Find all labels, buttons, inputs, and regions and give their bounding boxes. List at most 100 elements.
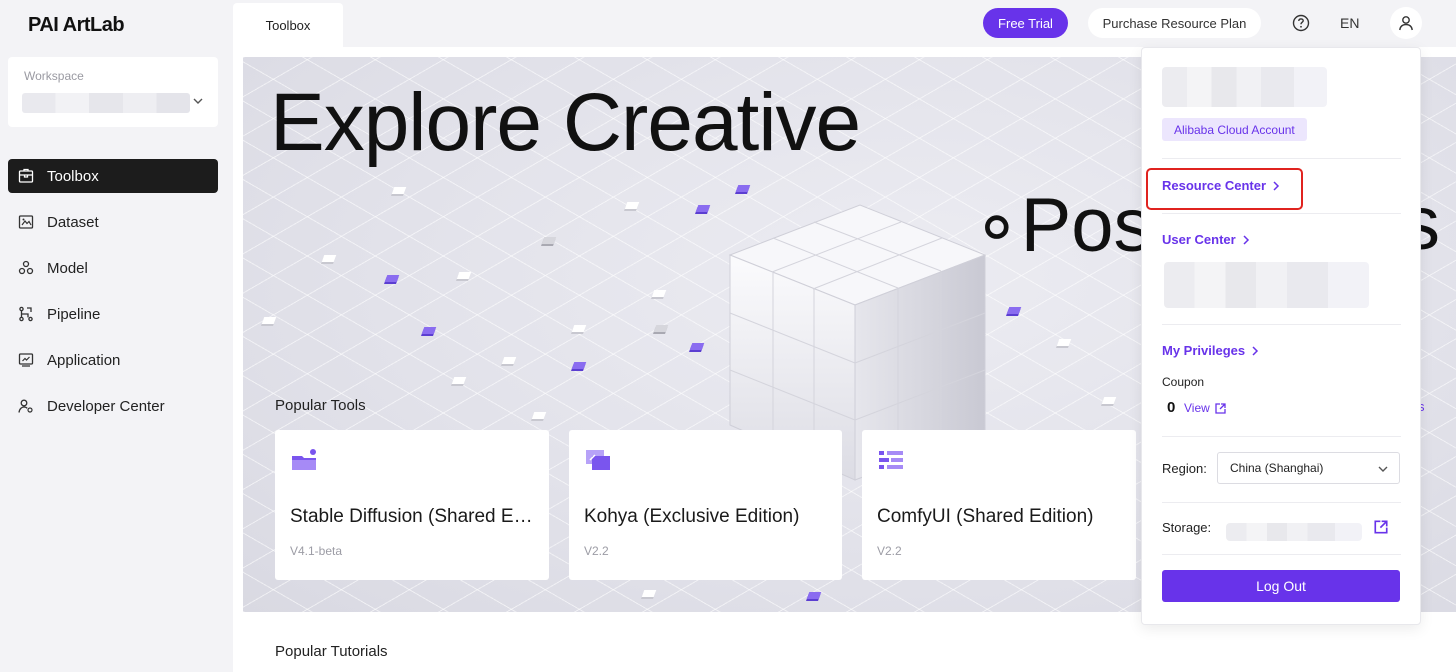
log-out-button[interactable]: Log Out bbox=[1162, 570, 1400, 602]
developer-center-icon bbox=[18, 398, 34, 414]
sidebar-item-label: Model bbox=[47, 259, 88, 277]
tool-card-comfyui[interactable]: ComfyUI (Shared Edition) V2.2 bbox=[862, 430, 1136, 580]
decor-square bbox=[1056, 339, 1072, 346]
decor-square bbox=[571, 325, 587, 332]
divider bbox=[1162, 324, 1401, 325]
hero-title: Explore Creative bbox=[270, 77, 861, 168]
application-icon bbox=[18, 352, 34, 368]
coupon-label: Coupon bbox=[1162, 375, 1205, 389]
sidebar-item-label: Developer Center bbox=[47, 397, 165, 415]
region-select[interactable]: China (Shanghai) bbox=[1217, 452, 1400, 484]
user-center-link[interactable]: User Center bbox=[1162, 232, 1250, 247]
decor-square bbox=[651, 290, 667, 297]
account-name-redacted bbox=[1162, 67, 1327, 107]
divider bbox=[1162, 158, 1401, 159]
dataset-icon bbox=[18, 214, 34, 230]
decor-square bbox=[806, 592, 822, 599]
user-info-redacted bbox=[1164, 262, 1369, 308]
sidebar-item-developer-center[interactable]: Developer Center bbox=[8, 389, 218, 423]
resource-center-highlight bbox=[1146, 168, 1303, 210]
coupon-view-link[interactable]: View bbox=[1184, 401, 1226, 415]
popular-tutorials-heading: Popular Tutorials bbox=[275, 643, 388, 660]
workspace-value-redacted bbox=[22, 93, 190, 113]
user-center-label: User Center bbox=[1162, 232, 1236, 247]
purchase-resource-plan-button[interactable]: Purchase Resource Plan bbox=[1088, 8, 1261, 38]
decor-square bbox=[735, 185, 751, 192]
region-label: Region: bbox=[1162, 461, 1207, 476]
chevron-down-icon bbox=[1378, 466, 1388, 472]
external-link-icon bbox=[1215, 402, 1226, 414]
my-privileges-label: My Privileges bbox=[1162, 343, 1246, 358]
tool-card-stable-diffusion[interactable]: Stable Diffusion (Shared Edition) V4.1-b… bbox=[275, 430, 549, 580]
sidebar-item-label: Dataset bbox=[47, 213, 99, 231]
decor-square bbox=[541, 237, 557, 244]
sidebar: PAI ArtLab Workspace Toolbox Dataset Mod… bbox=[0, 0, 233, 672]
decor-square bbox=[531, 412, 547, 419]
user-icon bbox=[1399, 16, 1413, 31]
sidebar-nav: Toolbox Dataset Model Pipeline Applicati… bbox=[8, 159, 218, 435]
free-trial-button[interactable]: Free Trial bbox=[983, 8, 1068, 38]
stable-diffusion-icon bbox=[292, 449, 316, 470]
model-icon bbox=[18, 260, 34, 276]
sidebar-item-model[interactable]: Model bbox=[8, 251, 218, 285]
sidebar-item-pipeline[interactable]: Pipeline bbox=[8, 297, 218, 331]
decor-square bbox=[456, 272, 472, 279]
decor-square bbox=[1006, 307, 1022, 314]
tool-card-title: ComfyUI (Shared Edition) bbox=[877, 506, 1094, 527]
app-logo[interactable]: PAI ArtLab bbox=[28, 14, 125, 37]
tool-card-version: V2.2 bbox=[877, 544, 902, 558]
decor-square bbox=[391, 187, 407, 194]
decor-square bbox=[421, 327, 437, 334]
workspace-selector[interactable]: Workspace bbox=[8, 57, 218, 127]
my-privileges-link[interactable]: My Privileges bbox=[1162, 343, 1259, 358]
decor-square bbox=[501, 357, 517, 364]
tool-card-title: Kohya (Exclusive Edition) bbox=[584, 506, 800, 527]
hero-subtitle: ∘Pos bbox=[973, 183, 1152, 268]
pipeline-icon bbox=[18, 306, 34, 322]
decor-square bbox=[261, 317, 277, 324]
tool-card-version: V4.1-beta bbox=[290, 544, 343, 558]
sidebar-item-label: Application bbox=[47, 351, 121, 369]
decor-square bbox=[1101, 397, 1117, 404]
chevron-down-icon bbox=[193, 98, 203, 104]
divider bbox=[1162, 213, 1401, 214]
chevron-right-icon bbox=[1243, 234, 1249, 245]
decor-square bbox=[624, 202, 640, 209]
popular-tools-heading: Popular Tools bbox=[275, 397, 366, 414]
divider bbox=[1162, 436, 1401, 437]
sidebar-item-dataset[interactable]: Dataset bbox=[8, 205, 218, 239]
decor-square bbox=[695, 205, 711, 212]
sidebar-item-label: Toolbox bbox=[47, 167, 99, 185]
tool-card-kohya[interactable]: Kohya (Exclusive Edition) V2.2 bbox=[569, 430, 842, 580]
external-link-icon[interactable] bbox=[1374, 520, 1388, 534]
sidebar-item-label: Pipeline bbox=[47, 305, 101, 323]
sidebar-item-application[interactable]: Application bbox=[8, 343, 218, 377]
tool-card-title: Stable Diffusion (Shared Edition) bbox=[290, 506, 535, 527]
coupon-count: 0 bbox=[1167, 399, 1176, 416]
tool-card-version: V2.2 bbox=[584, 544, 609, 558]
language-switch[interactable]: EN bbox=[1340, 15, 1359, 31]
region-value: China (Shanghai) bbox=[1230, 461, 1324, 475]
workspace-label: Workspace bbox=[24, 69, 84, 83]
comfyui-icon bbox=[879, 451, 903, 469]
decor-square bbox=[321, 255, 337, 262]
coupon-view-label: View bbox=[1184, 401, 1210, 415]
sidebar-item-toolbox[interactable]: Toolbox bbox=[8, 159, 218, 193]
divider bbox=[1162, 554, 1401, 555]
tab-toolbox[interactable]: Toolbox bbox=[233, 3, 343, 47]
decor-square bbox=[571, 362, 587, 369]
toolbox-icon bbox=[18, 168, 34, 184]
storage-value-redacted bbox=[1226, 523, 1362, 541]
decor-square bbox=[641, 590, 657, 597]
storage-label: Storage: bbox=[1162, 520, 1212, 535]
chevron-right-icon bbox=[1252, 345, 1259, 356]
help-icon[interactable] bbox=[1292, 14, 1310, 32]
kohya-icon bbox=[586, 450, 610, 470]
divider bbox=[1162, 502, 1401, 503]
decor-square bbox=[689, 343, 705, 350]
account-type-badge: Alibaba Cloud Account bbox=[1162, 118, 1307, 141]
decor-square bbox=[384, 275, 400, 282]
decor-square bbox=[653, 325, 669, 332]
decor-square bbox=[451, 377, 467, 384]
user-avatar-button[interactable] bbox=[1390, 7, 1422, 39]
